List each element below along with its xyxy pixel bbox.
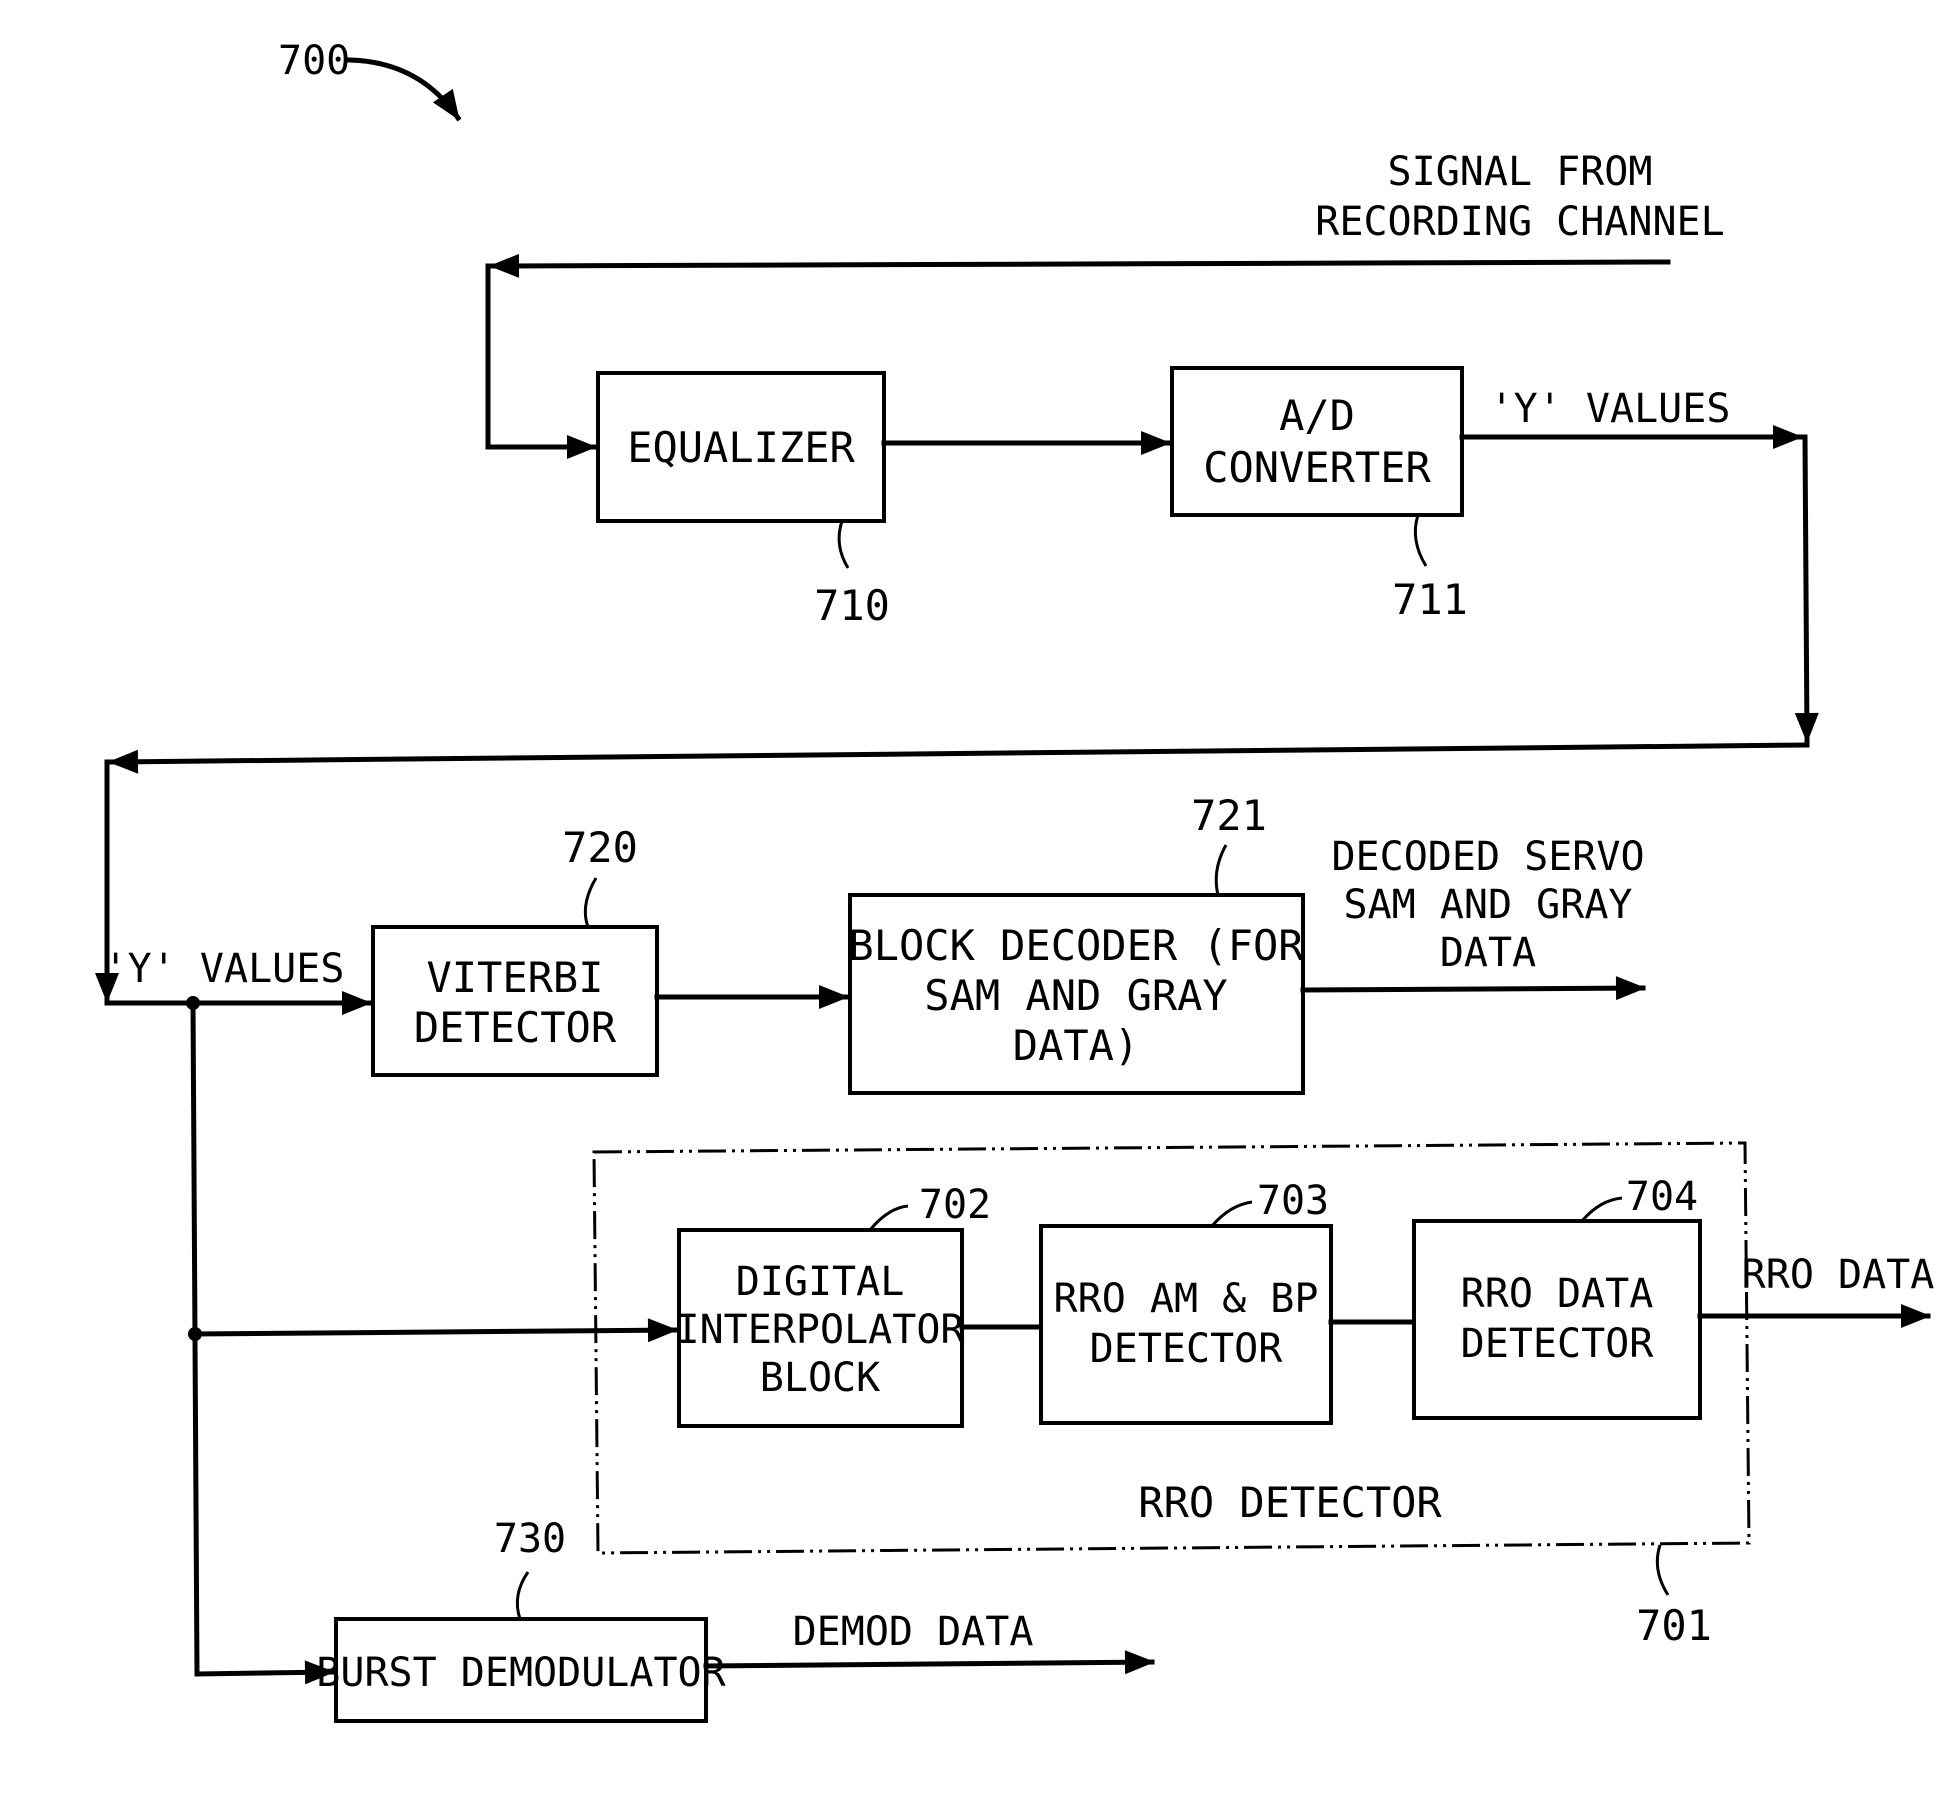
input-signal-wire [489,253,1671,278]
rro-detection-block-diagram: 700 SIGNAL FROM RECORDING CHANNEL EQUALI… [95,38,1935,1723]
block-decoder-label-line-3: DATA) [1013,1021,1139,1070]
ad-ref-leader [1413,514,1428,567]
rro-group-ref-leader [1655,1544,1670,1596]
block-decoder-ref: 721 [1191,791,1267,840]
y-values-top-label: 'Y' VALUES [1490,386,1731,432]
digital-interpolator-label-line-2: INTERPOLATOR [676,1307,966,1353]
block-decoder-label-line-1: BLOCK DECODER (FOR [848,921,1304,970]
figure-ref-label: 700 [278,38,350,84]
viterbi-ref-leader [583,877,598,928]
decoded-output-arrow [1300,976,1646,1001]
digital-interpolator-ref-leader [868,1204,909,1231]
ad-converter-label-line-1: A/D [1279,391,1355,440]
burst-demodulator-label: BURST DEMODULATOR [316,1650,726,1696]
viterbi-label-line-2: DETECTOR [414,1003,617,1052]
input-label-line-1: SIGNAL FROM [1388,149,1653,195]
digital-interpolator-label-line-3: BLOCK [760,1355,880,1401]
rro-data-detector-ref-leader [1580,1196,1623,1222]
rro-data-detector-block [1412,1219,1702,1420]
rro-data-output-label: RRO DATA [1742,1252,1935,1298]
decoded-output-label-line-3: DATA [1440,930,1536,976]
y-values-left-label: 'Y' VALUES [104,946,345,992]
viterbi-label-line-1: VITERBI [426,953,603,1002]
wire-to-digital-interpolator [192,1318,678,1343]
input-label-line-2: RECORDING CHANNEL [1315,199,1724,245]
rro-data-detector-label-line-1: RRO DATA [1461,1271,1654,1317]
demod-data-output-label: DEMOD DATA [793,1609,1034,1655]
burst-demodulator-ref-leader [515,1571,530,1620]
burst-demodulator-ref: 730 [494,1516,566,1562]
ad-converter-label-line-2: CONVERTER [1203,443,1431,492]
rro-group-ref: 701 [1636,1601,1712,1650]
ad-ref: 711 [1392,575,1468,624]
rro-detector-group-label: RRO DETECTOR [1138,1478,1442,1527]
equalizer-ref-leader [837,520,850,569]
equalizer-ref: 710 [814,581,890,630]
block-decoder-label-line-2: SAM AND GRAY [924,971,1227,1020]
rro-am-bp-ref: 703 [1257,1178,1329,1224]
wire-to-equalizer [485,263,597,459]
rro-data-detector-ref: 704 [1626,1174,1698,1220]
wire-to-burst-demodulator [194,1660,335,1685]
rro-am-bp-label-line-2: DETECTOR [1090,1326,1284,1372]
rro-data-detector-label-line-2: DETECTOR [1461,1321,1655,1367]
rro-am-bp-label-line-1: RRO AM & BP [1054,1276,1319,1322]
decoded-output-label-line-1: DECODED SERVO [1331,834,1644,880]
viterbi-ref: 720 [562,823,638,872]
rro-am-bp-detector-block [1039,1224,1333,1425]
digital-interpolator-ref: 702 [919,1182,991,1228]
block-decoder-ref-leader [1214,844,1228,896]
equalizer-label: EQUALIZER [627,423,855,472]
wire-down-right [1794,434,1819,743]
rro-am-bp-ref-leader [1210,1200,1253,1227]
wire-return-left [108,742,1810,774]
decoded-output-label-line-2: SAM AND GRAY [1344,882,1633,928]
digital-interpolator-label-line-1: DIGITAL [736,1259,905,1305]
figure-ref-arrow [347,57,462,122]
demod-data-output-arrow [703,1650,1155,1675]
